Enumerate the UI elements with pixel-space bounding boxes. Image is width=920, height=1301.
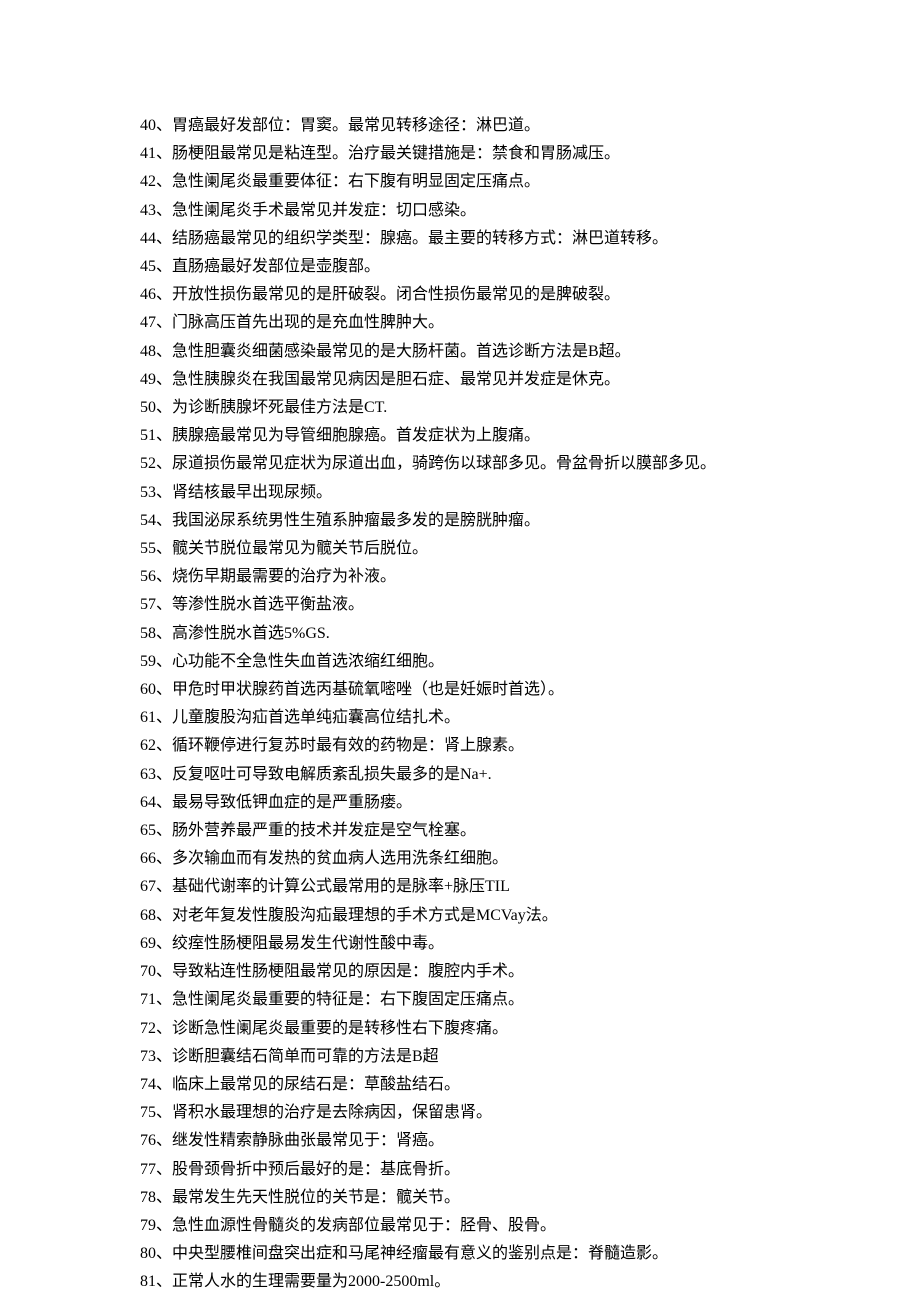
list-item: 79、急性血源性骨髓炎的发病部位最常见于：胫骨、股骨。 (140, 1212, 780, 1240)
list-item: 61、儿童腹股沟疝首选单纯疝囊高位结扎术。 (140, 704, 780, 732)
list-item: 43、急性阑尾炎手术最常见并发症：切口感染。 (140, 197, 780, 225)
list-item: 40、胃癌最好发部位：胃窦。最常见转移途径：淋巴道。 (140, 112, 780, 140)
list-item: 77、股骨颈骨折中预后最好的是：基底骨折。 (140, 1156, 780, 1184)
list-item: 54、我国泌尿系统男性生殖系肿瘤最多发的是膀胱肿瘤。 (140, 507, 780, 535)
list-item: 81、正常人水的生理需要量为2000-2500ml。 (140, 1268, 780, 1296)
list-item: 76、继发性精索静脉曲张最常见于：肾癌。 (140, 1127, 780, 1155)
list-item: 73、诊断胆囊结石简单而可靠的方法是B超 (140, 1043, 780, 1071)
list-item: 74、临床上最常见的尿结石是：草酸盐结石。 (140, 1071, 780, 1099)
list-item: 41、肠梗阻最常见是粘连型。治疗最关键措施是：禁食和胃肠减压。 (140, 140, 780, 168)
list-item: 42、急性阑尾炎最重要体征：右下腹有明显固定压痛点。 (140, 168, 780, 196)
list-item: 47、门脉高压首先出现的是充血性脾肿大。 (140, 309, 780, 337)
list-item: 59、心功能不全急性失血首选浓缩红细胞。 (140, 648, 780, 676)
list-item: 63、反复呕吐可导致电解质紊乱损失最多的是Na+. (140, 761, 780, 789)
list-item: 57、等渗性脱水首选平衡盐液。 (140, 591, 780, 619)
list-item: 55、髋关节脱位最常见为髋关节后脱位。 (140, 535, 780, 563)
list-item: 51、胰腺癌最常见为导管细胞腺癌。首发症状为上腹痛。 (140, 422, 780, 450)
list-item: 65、肠外营养最严重的技术并发症是空气栓塞。 (140, 817, 780, 845)
list-item: 56、烧伤早期最需要的治疗为补液。 (140, 563, 780, 591)
list-item: 64、最易导致低钾血症的是严重肠瘘。 (140, 789, 780, 817)
list-item: 72、诊断急性阑尾炎最重要的是转移性右下腹疼痛。 (140, 1015, 780, 1043)
list-item: 75、肾积水最理想的治疗是去除病因，保留患肾。 (140, 1099, 780, 1127)
list-item: 58、高渗性脱水首选5%GS. (140, 620, 780, 648)
list-item: 70、导致粘连性肠梗阻最常见的原因是：腹腔内手术。 (140, 958, 780, 986)
list-item: 53、肾结核最早出现尿频。 (140, 479, 780, 507)
list-item: 80、中央型腰椎间盘突出症和马尾神经瘤最有意义的鉴别点是：脊髓造影。 (140, 1240, 780, 1268)
list-item: 71、急性阑尾炎最重要的特征是：右下腹固定压痛点。 (140, 986, 780, 1014)
list-item: 52、尿道损伤最常见症状为尿道出血，骑跨伤以球部多见。骨盆骨折以膜部多见。 (140, 450, 780, 478)
list-item: 67、基础代谢率的计算公式最常用的是脉率+脉压TIL (140, 873, 780, 901)
list-item: 50、为诊断胰腺坏死最佳方法是CT. (140, 394, 780, 422)
list-item: 45、直肠癌最好发部位是壶腹部。 (140, 253, 780, 281)
list-item: 49、急性胰腺炎在我国最常见病因是胆石症、最常见并发症是休克。 (140, 366, 780, 394)
list-item: 78、最常发生先天性脱位的关节是：髋关节。 (140, 1184, 780, 1212)
list-item: 46、开放性损伤最常见的是肝破裂。闭合性损伤最常见的是脾破裂。 (140, 281, 780, 309)
list-item: 60、甲危时甲状腺药首选丙基硫氧嘧唑（也是妊娠时首选）。 (140, 676, 780, 704)
list-item: 48、急性胆囊炎细菌感染最常见的是大肠杆菌。首选诊断方法是B超。 (140, 338, 780, 366)
list-item: 68、对老年复发性腹股沟疝最理想的手术方式是MCVay法。 (140, 902, 780, 930)
list-item: 44、结肠癌最常见的组织学类型：腺癌。最主要的转移方式：淋巴道转移。 (140, 225, 780, 253)
list-item: 66、多次输血而有发热的贫血病人选用洗条红细胞。 (140, 845, 780, 873)
list-item: 69、绞痓性肠梗阻最易发生代谢性酸中毒。 (140, 930, 780, 958)
list-item: 62、循环鞭停进行复苏时最有效的药物是：肾上腺素。 (140, 732, 780, 760)
